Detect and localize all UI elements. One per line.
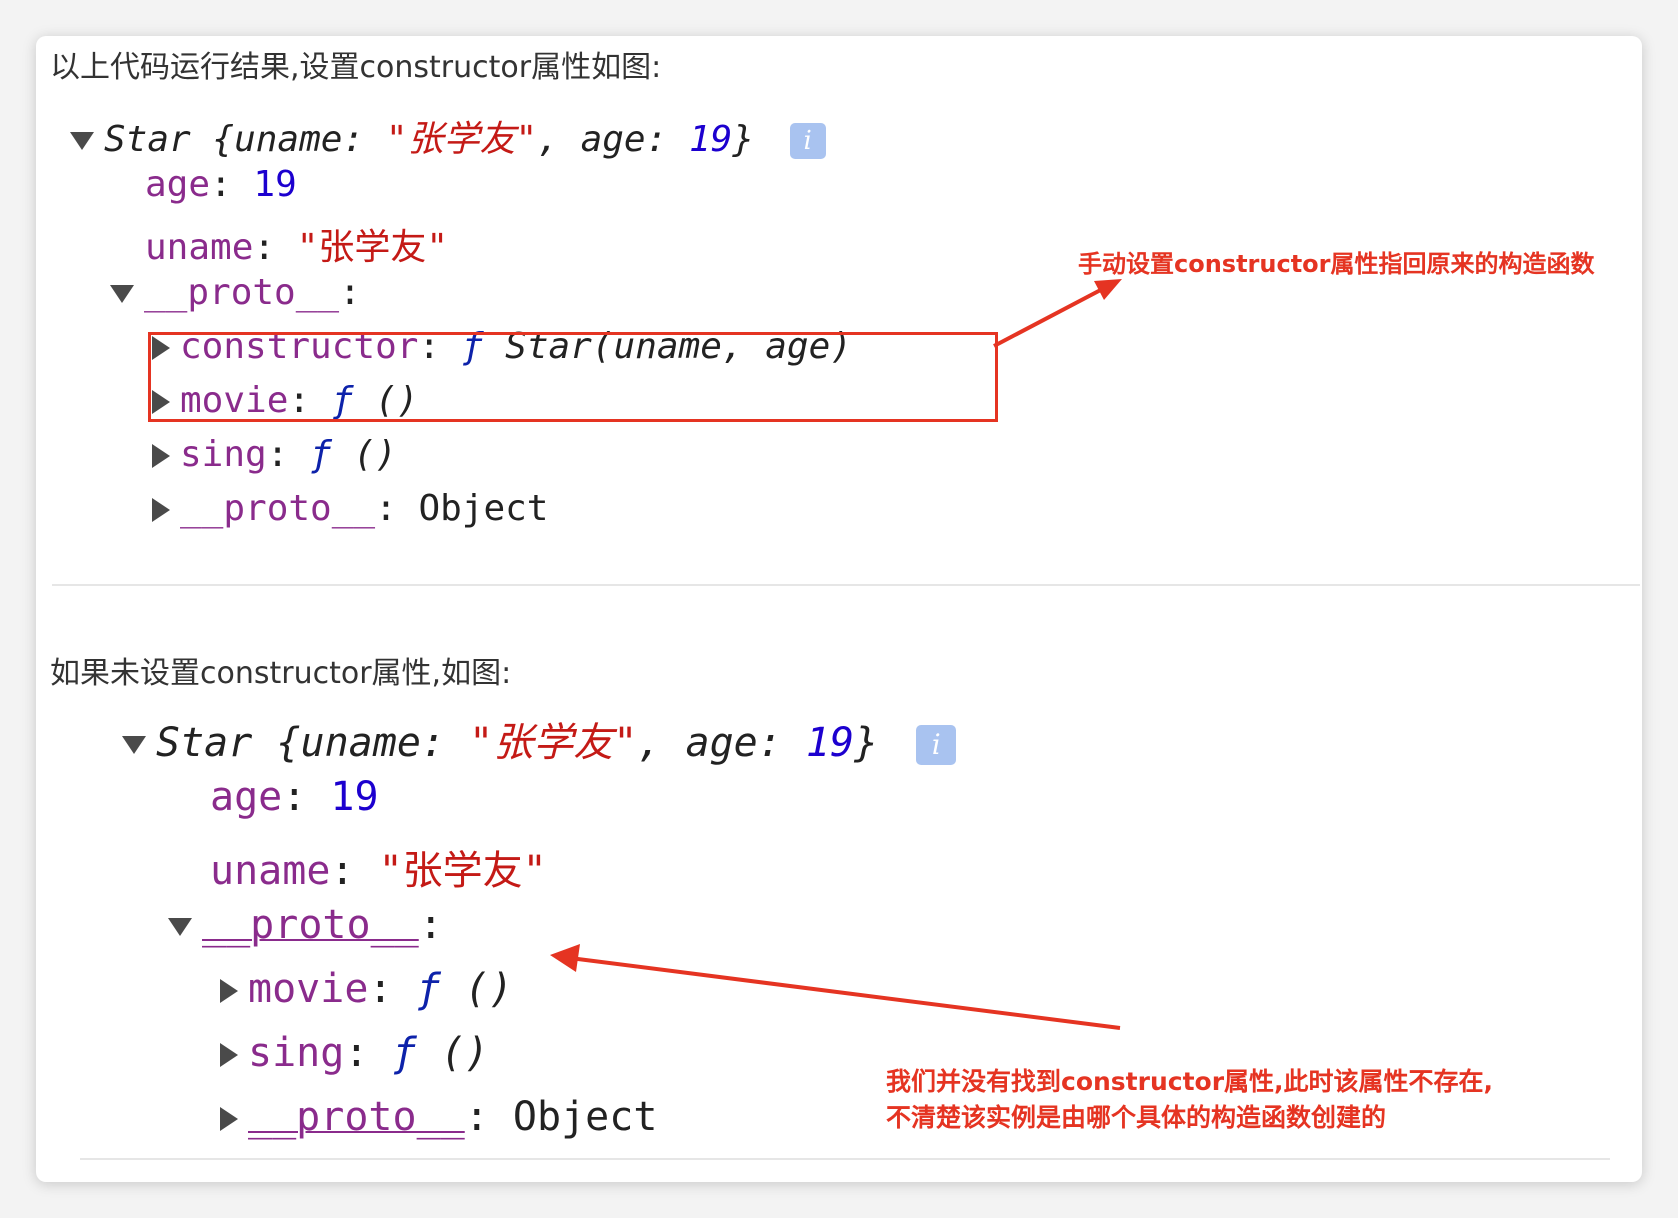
arrow-to-proto [569, 956, 1121, 1030]
annotation-arrows [550, 279, 1122, 1030]
arrow-head-2 [550, 944, 580, 972]
arrow-to-annotation-1 [993, 282, 1113, 348]
